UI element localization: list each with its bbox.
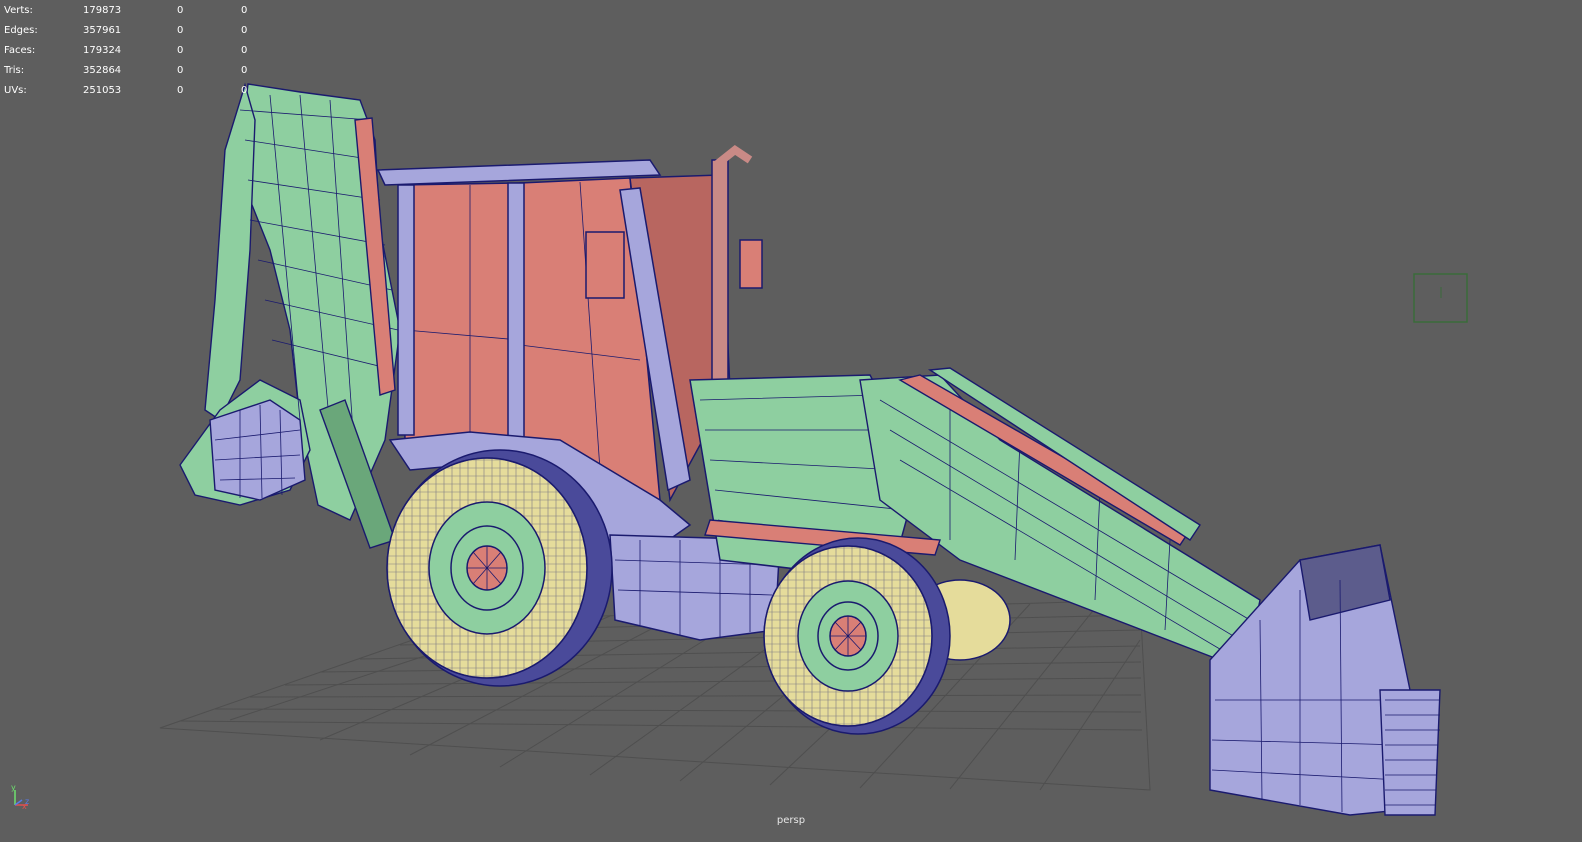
hud-value: 0 [241,85,248,96]
hud-value: 352864 [83,65,122,76]
hud-value: 0 [241,65,248,76]
hud-value: 0 [177,65,184,76]
hud-value: 179873 [83,5,122,16]
camera-name-label: persp [776,815,806,826]
hud-value: 0 [177,85,184,96]
hud-value: 0 [177,25,184,36]
poly-count-hud: Verts: 179873 0 0 Edges: 357961 0 0 Face… [4,1,264,101]
hud-value: 0 [177,5,184,16]
hud-row-tris: Tris: 352864 0 0 [4,61,264,81]
view-cube-placeholder[interactable] [1413,273,1468,323]
hud-label: Edges: [4,25,38,36]
hud-label: Tris: [4,65,25,76]
hud-row-edges: Edges: 357961 0 0 [4,21,264,41]
axis-y-label: y [11,783,16,792]
hud-row-verts: Verts: 179873 0 0 [4,1,264,21]
hud-row-faces: Faces: 179324 0 0 [4,41,264,61]
scene-render: y x z [11,82,1468,816]
hud-row-uvs: UVs: 251053 0 0 [4,81,264,101]
hud-label: Verts: [4,5,33,16]
hud-value: 0 [241,5,248,16]
hud-value: 0 [241,45,248,56]
hud-value: 179324 [83,45,122,56]
hud-value: 0 [177,45,184,56]
viewport-3d[interactable]: y x z Verts: 179873 0 0 Edges: 357961 0 … [0,0,1582,838]
hud-label: Faces: [4,45,36,56]
backhoe-arm [179,82,401,549]
hud-label: UVs: [4,85,27,96]
rear-wheel [386,449,613,687]
axis-z-label: z [25,797,29,806]
xyz-axis-gizmo: y x z [11,783,29,811]
hud-value: 0 [241,25,248,36]
front-wheel [763,537,1011,735]
hud-value: 251053 [83,85,122,96]
hud-value: 357961 [83,25,122,36]
